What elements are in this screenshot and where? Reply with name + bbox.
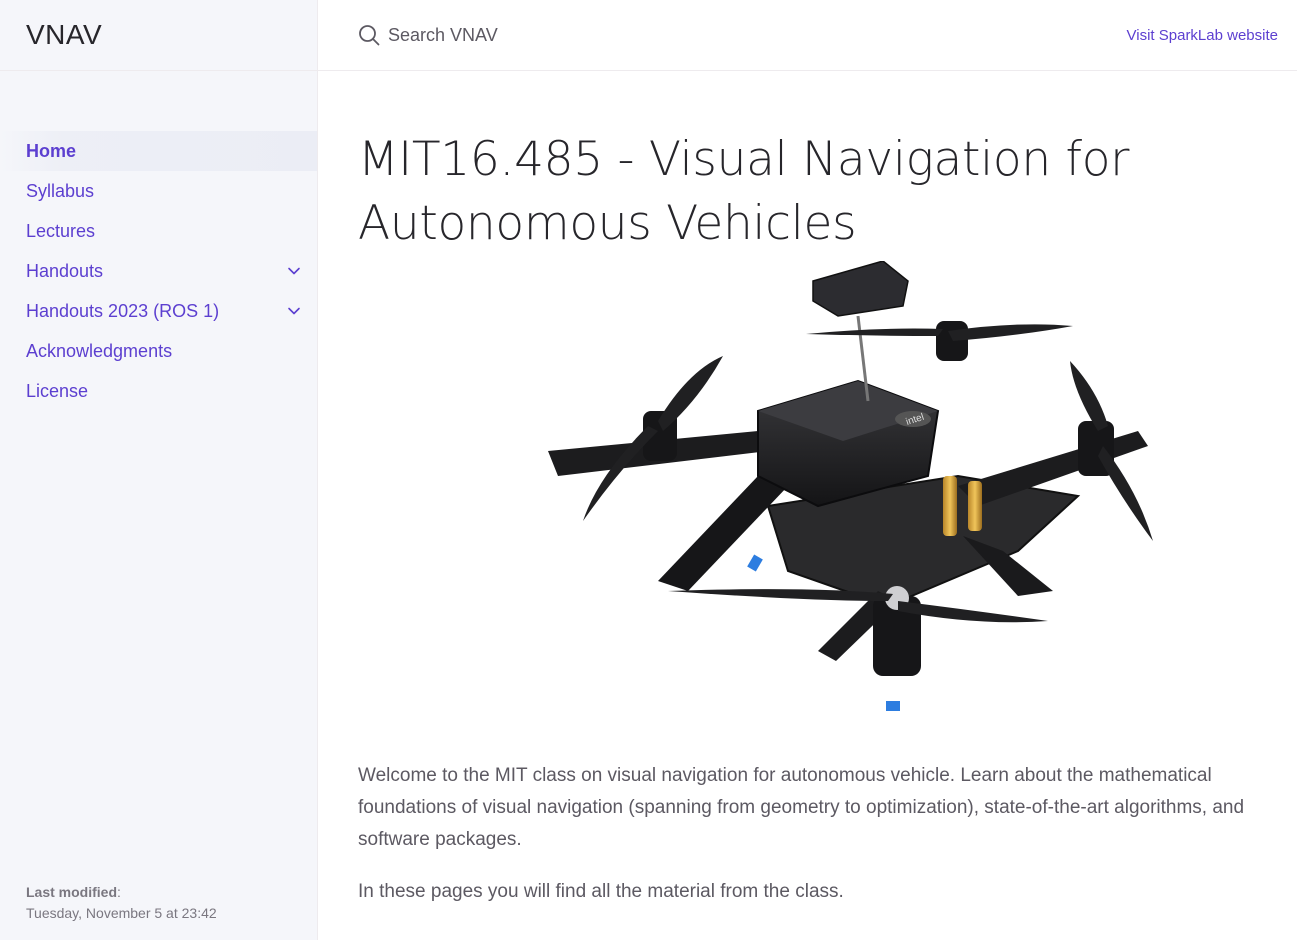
nav-item-label: Acknowledgments [26,340,173,361]
last-modified: Last modified: Tuesday, November 5 at 23… [26,882,217,924]
nav-item-label: License [26,380,89,401]
nav-item-acknowledgments[interactable]: Acknowledgments [0,331,317,371]
search-bar[interactable] [318,0,1127,71]
drone-image: intel [548,261,1153,711]
site-title-link[interactable]: VNAV [26,19,102,51]
nav-item-lectures[interactable]: Lectures [0,211,317,251]
nav-item-handouts-2023[interactable]: Handouts 2023 (ROS 1) [0,291,317,331]
site-header: VNAV [0,0,317,71]
nav-item-handouts[interactable]: Handouts [0,251,317,291]
search-input[interactable] [388,24,788,46]
last-modified-label: Last modified [26,884,118,900]
material-paragraph: In these pages you will find all the mat… [358,881,844,902]
chevron-down-icon[interactable] [285,262,303,280]
nav-item-home[interactable]: Home [0,131,317,171]
nav-item-label: Lectures [26,220,96,241]
main-header: Visit SparkLab website [318,0,1297,71]
nav-item-label: Handouts 2023 (ROS 1) [26,300,220,321]
page-title: MIT16.485 - Visual Navigation for Autono… [358,128,1278,256]
sidebar: VNAV Home Syllabus Lectures Handouts Han… [0,0,318,940]
nav-item-label: Home [26,140,77,161]
page-title-line-1: MIT16.485 - Visual Navigation for [358,132,1130,187]
search-icon [358,24,380,46]
main-nav: Home Syllabus Lectures Handouts Handouts… [0,131,317,411]
chevron-down-icon[interactable] [285,302,303,320]
intro-paragraph: Welcome to the MIT class on visual navig… [358,765,1245,850]
last-modified-value: Tuesday, November 5 at 23:42 [26,905,217,921]
page-title-line-2: Autonomous Vehicles [358,196,857,251]
nav-item-syllabus[interactable]: Syllabus [0,171,317,211]
main-content: MIT16.485 - Visual Navigation for Autono… [358,71,1278,902]
nav-item-label: Syllabus [26,180,95,201]
nav-item-label: Handouts [26,260,104,281]
sparklab-website-link[interactable]: Visit SparkLab website [1127,27,1278,44]
nav-item-license[interactable]: License [0,371,317,411]
